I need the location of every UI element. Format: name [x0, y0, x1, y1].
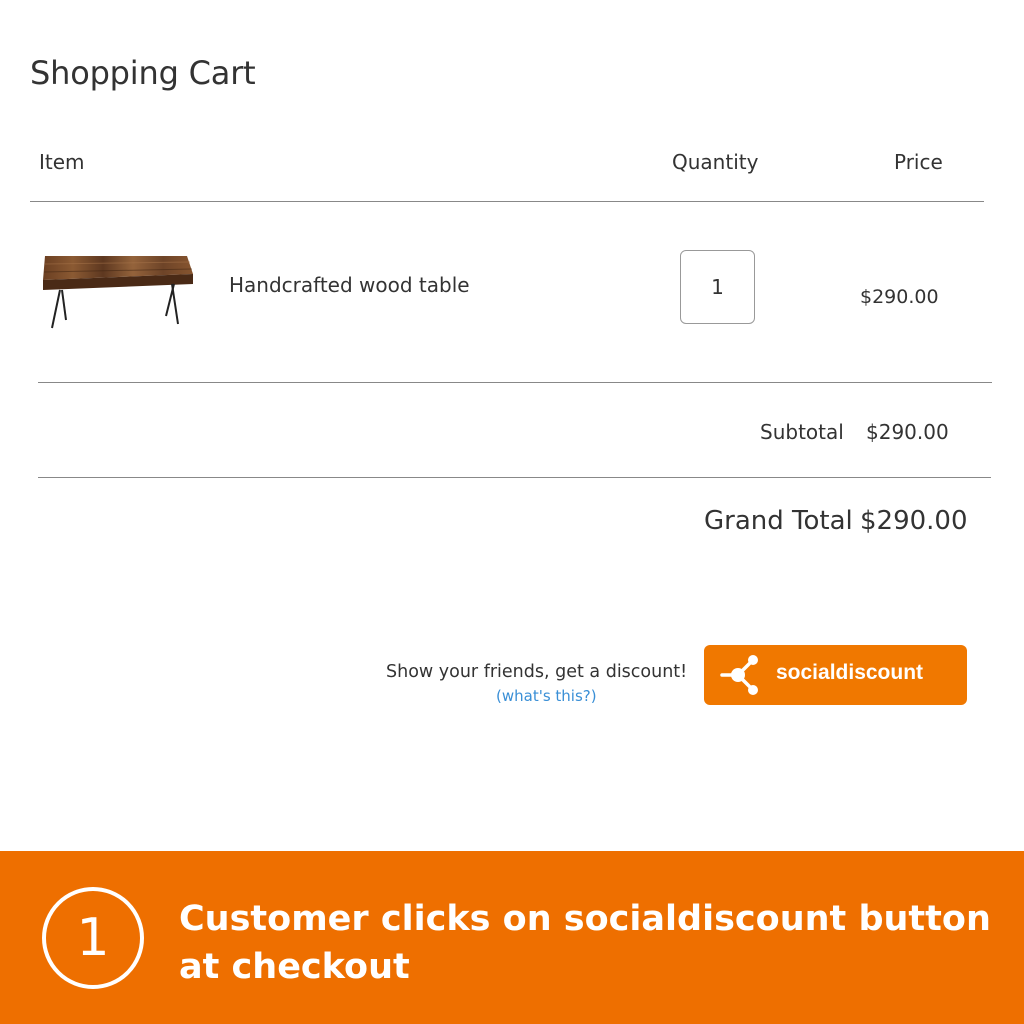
banner-line-1-prefix: Customer clicks on: [179, 899, 564, 939]
socialdiscount-button-label: socialdiscount: [776, 661, 924, 684]
banner-line-2: at checkout: [179, 947, 410, 987]
quantity-input[interactable]: 1: [680, 250, 755, 324]
instruction-banner: 1 Customer clicks on socialdiscount butt…: [0, 851, 1024, 1024]
column-header-quantity: Quantity: [672, 150, 759, 174]
step-number-badge: 1: [42, 887, 144, 989]
socialdiscount-button[interactable]: socialdiscount: [704, 645, 967, 705]
banner-line-1: Customer clicks on socialdiscount button: [179, 899, 991, 939]
subtotal-label: Subtotal: [760, 420, 844, 444]
totals-divider: [38, 477, 991, 478]
header-divider: [30, 201, 984, 202]
column-header-price: Price: [894, 150, 943, 174]
banner-line-1-bold: socialdiscount: [563, 899, 847, 939]
promo-text: Show your friends, get a discount!: [386, 662, 688, 682]
share-icon: [720, 655, 758, 695]
item-name: Handcrafted wood table: [229, 273, 470, 297]
banner-line-1-suffix: button: [846, 899, 991, 939]
column-header-item: Item: [39, 150, 85, 174]
product-image: [43, 256, 193, 329]
item-price: $290.00: [860, 286, 939, 308]
grand-total-value: $290.00: [860, 506, 968, 536]
whats-this-link[interactable]: (what's this?): [496, 687, 597, 705]
page-title: Shopping Cart: [30, 54, 256, 92]
grand-total-label: Grand Total: [704, 506, 853, 536]
row-divider: [38, 382, 992, 383]
subtotal-value: $290.00: [866, 420, 949, 444]
